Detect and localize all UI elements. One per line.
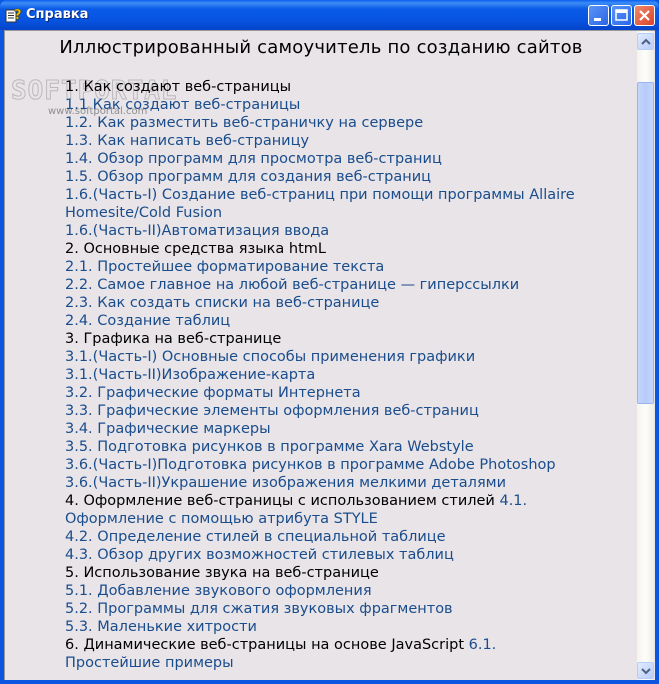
toc-link-item[interactable]: 5.2. Программы для сжатия звуковых фрагм… (65, 600, 585, 618)
toc-section-heading: 5. Использование звука на веб-странице (65, 564, 585, 582)
toc-link-item[interactable]: 3.6.(Часть-I)Подготовка рисунков в прогр… (65, 456, 585, 474)
toc-section-heading: 2. Основные средства языка htmL (65, 240, 585, 258)
toc-link-item[interactable]: 5.1. Добавление звукового оформления (65, 582, 585, 600)
toc-link-item[interactable]: 2.2. Самое главное на любой веб-странице… (65, 276, 585, 294)
topic-link[interactable]: 1.6.(Часть-II)Автоматизация ввода (65, 223, 329, 239)
toc-link-item[interactable]: 3.4. Графические маркеры (65, 420, 585, 438)
help-file-icon: ? (5, 8, 22, 23)
close-button[interactable] (634, 5, 655, 26)
toc-link-item[interactable]: 3.3. Графические элементы оформления веб… (65, 402, 585, 420)
section-title: 4. Оформление веб-страницы с использован… (65, 493, 495, 509)
section-title: 1. Как создают веб-страницы (65, 79, 292, 95)
toc-link-item[interactable]: 1.1 Как создают веб-страницы (65, 96, 585, 114)
topic-link[interactable]: 1.3. Как написать веб-страницу (65, 133, 309, 149)
toc-link-item[interactable]: 3.6.(Часть-II)Украшение изображения мелк… (65, 474, 585, 492)
page-title: Иллюстрированный самоучитель по созданию… (59, 37, 583, 58)
topic-link[interactable]: 3.5. Подготовка рисунков в программе Xar… (65, 439, 474, 455)
toc-link-item[interactable]: 4.2. Определение стилей в специальной та… (65, 528, 585, 546)
topic-link[interactable]: 3.6.(Часть-II)Украшение изображения мелк… (65, 475, 506, 491)
toc-link-item[interactable]: 2.4. Создание таблиц (65, 312, 585, 330)
topic-link[interactable]: 3.6.(Часть-I)Подготовка рисунков в прогр… (65, 457, 556, 473)
help-content-pane: Иллюстрированный самоучитель по созданию… (4, 30, 655, 680)
topic-link[interactable]: 3.4. Графические маркеры (65, 421, 271, 437)
toc-link-item[interactable]: 2.1. Простейшее форматирование текста (65, 258, 585, 276)
table-of-contents: 1. Как создают веб-страницы 1.1 Как созда… (65, 78, 585, 672)
toc-link-item[interactable]: 1.3. Как написать веб-страницу (65, 132, 585, 150)
toc-link-item[interactable]: 1.4. Обзор программ для просмотра веб-ст… (65, 150, 585, 168)
toc-link-item[interactable]: 3.1.(Часть-I) Основные способы применени… (65, 348, 585, 366)
section-title: 2. Основные средства языка htmL (65, 241, 326, 257)
topic-link[interactable]: 1.6.(Часть-I) Создание веб-страниц при п… (65, 187, 575, 221)
help-window: ? Справка Иллюстрированный самоучитель п… (0, 0, 659, 684)
svg-text:?: ? (14, 8, 22, 23)
minimize-button[interactable] (588, 5, 609, 26)
minimize-icon (594, 18, 601, 21)
toc-section-heading: 1. Как создают веб-страницы (65, 78, 585, 96)
topic-link[interactable]: 4.3. Обзор других возможностей стилевых … (65, 547, 454, 563)
topic-link[interactable]: 2.3. Как создать списки на веб-странице (65, 295, 379, 311)
topic-link[interactable]: 4.2. Определение стилей в специальной та… (65, 529, 446, 545)
vertical-scrollbar[interactable] (637, 31, 654, 680)
maximize-button[interactable] (611, 5, 632, 26)
scroll-down-button[interactable] (637, 662, 654, 679)
toc-link-item[interactable]: 4.3. Обзор других возможностей стилевых … (65, 546, 585, 564)
topic-link[interactable]: 3.3. Графические элементы оформления веб… (65, 403, 479, 419)
toc-link-item[interactable]: 1.2. Как разместить веб-страничку на сер… (65, 114, 585, 132)
topic-link[interactable]: 2.1. Простейшее форматирование текста (65, 259, 384, 275)
toc-section-heading: 3. Графика на веб-странице (65, 330, 585, 348)
chevron-down-icon (641, 668, 651, 675)
title-bar[interactable]: ? Справка (0, 0, 659, 30)
topic-link[interactable]: 1.4. Обзор программ для просмотра веб-ст… (65, 151, 442, 167)
toc-link-item[interactable]: 3.5. Подготовка рисунков в программе Xar… (65, 438, 585, 456)
toc-link-item[interactable]: 1.5. Обзор программ для создания веб-стр… (65, 168, 585, 186)
section-title: 3. Графика на веб-странице (65, 331, 282, 347)
toc-link-item[interactable]: 1.6.(Часть-I) Создание веб-страниц при п… (65, 186, 585, 222)
toc-link-item[interactable]: 3.1.(Часть-II)Изображение-карта (65, 366, 585, 384)
toc-section-heading: 6. Динамические веб-страницы на основе J… (65, 636, 585, 672)
section-title: 6. Динамические веб-страницы на основе J… (65, 637, 465, 653)
document-view: Иллюстрированный самоучитель по созданию… (5, 31, 637, 680)
close-icon (639, 10, 650, 21)
toc-section-heading: 4. Оформление веб-страницы с использован… (65, 492, 585, 528)
topic-link[interactable]: 2.4. Создание таблиц (65, 313, 230, 329)
topic-link[interactable]: 5.3. Маленькие хитрости (65, 619, 257, 635)
chevron-up-icon (641, 38, 651, 45)
topic-link[interactable]: 3.1.(Часть-I) Основные способы применени… (65, 349, 475, 365)
topic-link[interactable]: 1.2. Как разместить веб-страничку на сер… (65, 115, 423, 131)
topic-link[interactable]: 3.2. Графические форматы Интернета (65, 385, 361, 401)
topic-link[interactable]: 3.1.(Часть-II)Изображение-карта (65, 367, 315, 383)
maximize-icon (615, 9, 628, 21)
topic-link[interactable]: 2.2. Самое главное на любой веб-странице… (65, 277, 519, 293)
toc-link-item[interactable]: 2.3. Как создать списки на веб-странице (65, 294, 585, 312)
toc-link-item[interactable]: 5.3. Маленькие хитрости (65, 618, 585, 636)
topic-link[interactable]: 1.1 Как создают веб-страницы (65, 97, 300, 113)
topic-link[interactable]: 5.2. Программы для сжатия звуковых фрагм… (65, 601, 453, 617)
section-title: 5. Использование звука на веб-странице (65, 565, 379, 581)
topic-link[interactable]: 1.5. Обзор программ для создания веб-стр… (65, 169, 431, 185)
topic-link[interactable]: 5.1. Добавление звукового оформления (65, 583, 372, 599)
window-title: Справка (26, 7, 89, 22)
scroll-up-button[interactable] (637, 33, 654, 50)
toc-link-item[interactable]: 3.2. Графические форматы Интернета (65, 384, 585, 402)
toc-link-item[interactable]: 1.6.(Часть-II)Автоматизация ввода (65, 222, 585, 240)
scrollbar-thumb[interactable] (637, 82, 654, 404)
